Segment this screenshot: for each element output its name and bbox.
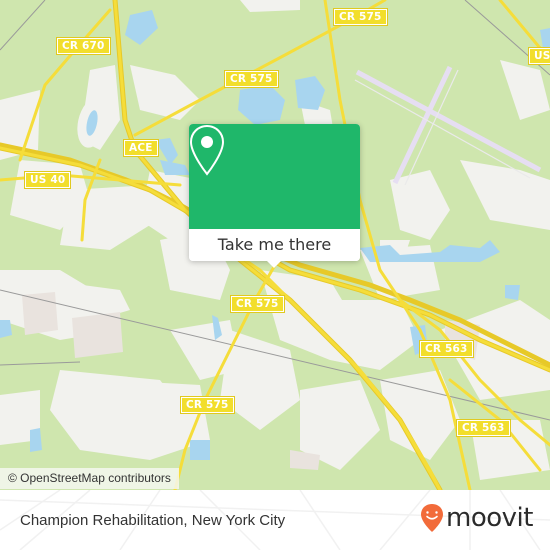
map-view[interactable]: CR 670 CR 575 CR 575 ACE US 40 US CR 575… — [0, 0, 550, 490]
popup-header[interactable] — [189, 124, 360, 229]
map-pin-icon — [189, 124, 225, 176]
map-attribution[interactable]: © OpenStreetMap contributors — [0, 468, 179, 489]
road-label-us40: US 40 — [23, 171, 72, 189]
road-label-cr575: CR 575 — [224, 70, 279, 88]
brand-name: moovit — [446, 503, 533, 533]
moovit-logo[interactable]: moovit — [420, 503, 533, 533]
road-label-us: US — [528, 47, 550, 65]
footer-bar: Champion Rehabilitation, New York City m… — [0, 490, 550, 550]
take-me-there-button[interactable]: Take me there — [189, 229, 360, 261]
place-name: Champion Rehabilitation, New York City — [20, 512, 286, 529]
destination-popup[interactable]: Take me there — [189, 124, 360, 268]
moovit-pin-icon — [421, 504, 443, 532]
road-label-cr575: CR 575 — [333, 8, 388, 26]
road-label-ace: ACE — [123, 139, 159, 157]
road-label-cr670: CR 670 — [56, 37, 111, 55]
popup-pointer — [267, 261, 281, 268]
road-label-cr563: CR 563 — [456, 419, 511, 437]
road-label-cr575: CR 575 — [180, 396, 235, 414]
road-label-cr563: CR 563 — [419, 340, 474, 358]
road-label-cr575: CR 575 — [230, 295, 285, 313]
